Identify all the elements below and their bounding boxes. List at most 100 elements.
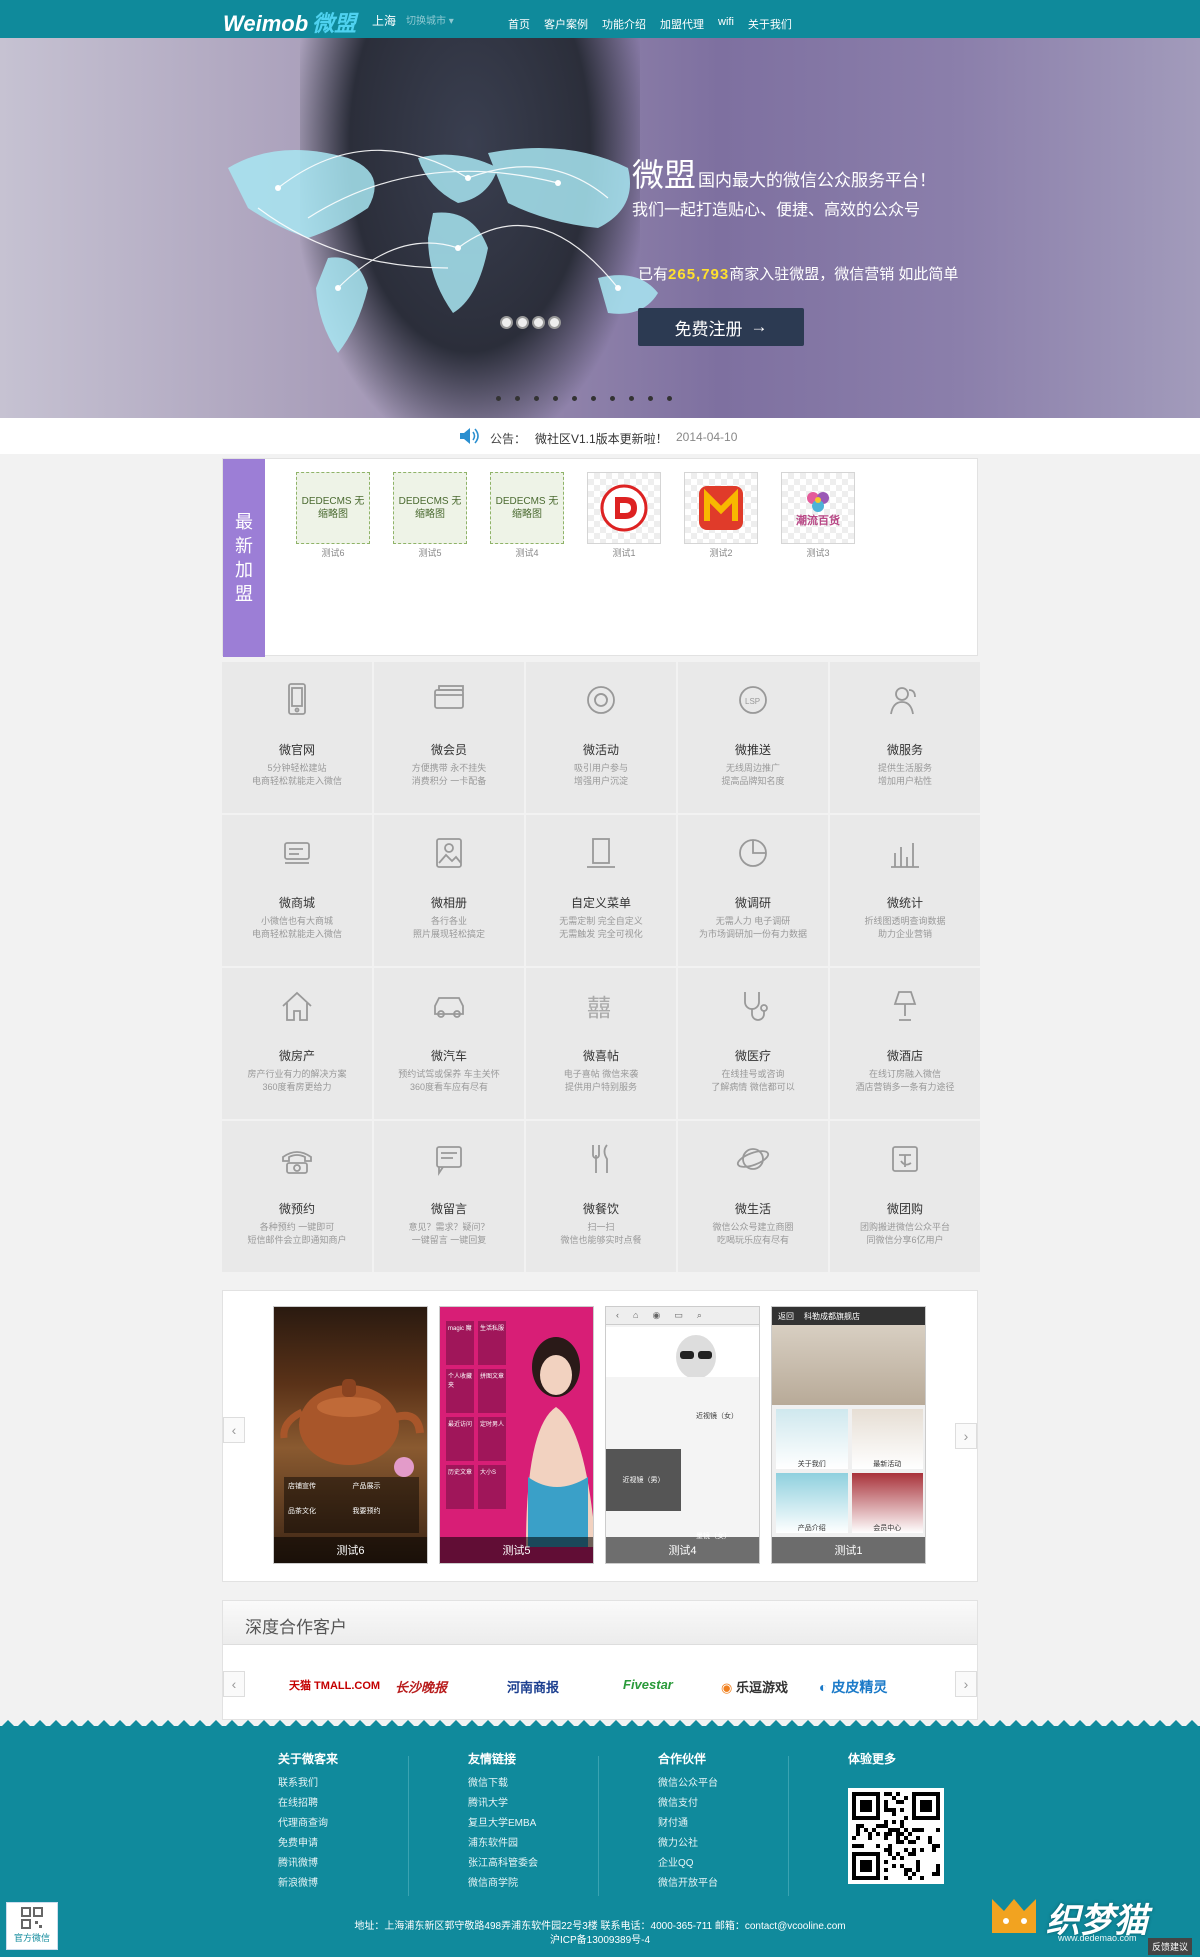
- official-wechat-widget[interactable]: 官方微信: [6, 1902, 58, 1950]
- footer-link[interactable]: 微信商学院: [468, 1874, 538, 1894]
- city-switch-dropdown[interactable]: 切换城市 ▾: [406, 12, 454, 27]
- slide-dot[interactable]: [572, 396, 577, 401]
- carousel-prev-button[interactable]: ‹: [223, 1417, 245, 1443]
- member-item[interactable]: 潮流百货 测试3: [781, 472, 855, 559]
- merchant-count-text: 已有265,793商家入驻微盟，微信营销 如此简单: [638, 263, 958, 284]
- nav-about[interactable]: 关于我们: [748, 16, 792, 32]
- feature-cell[interactable]: 微会员 方便携带 永不挂失 消费积分 一卡配备: [374, 662, 524, 813]
- footer-link[interactable]: 新浪微博: [278, 1874, 338, 1894]
- feature-cell[interactable]: 微商城 小微信也有大商城 电商轻松就能走入微信: [222, 815, 372, 966]
- slider-prev-icon[interactable]: [500, 316, 513, 329]
- footer-col-title: 友情链接: [468, 1752, 517, 1766]
- feedback-button[interactable]: 反馈建议: [1148, 1938, 1193, 1955]
- feature-cell[interactable]: 微预约 各种预约 一键即可 短信邮件会立即通知商户: [222, 1121, 372, 1272]
- user-icon: [890, 687, 916, 715]
- footer-link[interactable]: 企业QQ: [658, 1854, 718, 1874]
- feature-desc-line: 酒店营销多一条有力途径: [855, 1082, 955, 1092]
- footer-link[interactable]: 联系我们: [278, 1774, 338, 1794]
- footer-link[interactable]: 微信下载: [468, 1774, 538, 1794]
- partner-logo-pipi[interactable]: ◐ 皮皮精灵: [819, 1677, 887, 1697]
- slide-dot[interactable]: [534, 396, 539, 401]
- slide-dot[interactable]: [648, 396, 653, 401]
- feature-cell[interactable]: 微汽车 预约试驾或保养 车主关怀 360度看车应有尽有: [374, 968, 524, 1119]
- member-logo-red-d: [587, 472, 661, 544]
- footer-link[interactable]: 财付通: [658, 1814, 718, 1834]
- case-item[interactable]: 返回 科勒成都旗舰店 关于我们 最新活动 产品介绍 会员中心 测试1: [771, 1306, 926, 1564]
- member-item[interactable]: DEDECMS 无缩略图 测试6: [296, 472, 370, 559]
- case-item[interactable]: ‹ ⌂ ◉ ▭ ⌕ 近视镜（女） 近视镜（男） 墨镜（女） 测试4: [605, 1306, 760, 1564]
- feature-cell[interactable]: 微医疗 在线挂号或咨询 了解病情 微信都可以: [678, 968, 828, 1119]
- partners-header: 深度合作客户: [223, 1601, 977, 1645]
- feature-cell[interactable]: 微餐饮 扫一扫 微信也能够实时点餐: [526, 1121, 676, 1272]
- footer-link[interactable]: 张江高科管委会: [468, 1854, 538, 1874]
- footer-link[interactable]: 微信开放平台: [658, 1874, 718, 1894]
- feature-cell[interactable]: 囍微喜帖 电子喜帖 微信来袭 提供用户特别服务: [526, 968, 676, 1119]
- slide-dot[interactable]: [610, 396, 615, 401]
- feature-title: 微留言: [430, 1202, 467, 1216]
- slide-dot[interactable]: [515, 396, 520, 401]
- partner-logo-fivestar[interactable]: Fivestar: [623, 1677, 673, 1692]
- feature-desc: 小微信也有大商城 电商轻松就能走入微信: [222, 915, 372, 941]
- case-item[interactable]: magic 魔 生活私服 个人收藏夹 拼图文章 最近访问 定时男人 历史文章 大…: [439, 1306, 594, 1564]
- carousel-next-button[interactable]: ›: [955, 1423, 977, 1449]
- slide-dot[interactable]: [629, 396, 634, 401]
- footer-link[interactable]: 在线招聘: [278, 1794, 338, 1814]
- feature-cell[interactable]: 微团购 团购搬进微信公众平台 同微信分享6亿用户: [830, 1121, 980, 1272]
- feature-desc-line: 房产行业有力的解决方案: [247, 1069, 347, 1079]
- footer-link[interactable]: 腾讯微博: [278, 1854, 338, 1874]
- case-browser-bar: ‹ ⌂ ◉ ▭ ⌕: [606, 1307, 759, 1325]
- feature-cell[interactable]: 微调研 无需人力 电子调研 为市场调研加一份有力数据: [678, 815, 828, 966]
- slider-play-icon[interactable]: [516, 316, 529, 329]
- footer-link[interactable]: 免费申请: [278, 1834, 338, 1854]
- free-register-button[interactable]: 免费注册 →: [638, 308, 804, 346]
- footer-link[interactable]: 浦东软件园: [468, 1834, 538, 1854]
- feature-cell[interactable]: 微生活 微信公众号建立商圈 吃喝玩乐应有尽有: [678, 1121, 828, 1272]
- nav-cases[interactable]: 客户案例: [544, 16, 588, 32]
- feature-cell[interactable]: 自定义菜单 无需定制 完全自定义 无需触发 完全可视化: [526, 815, 676, 966]
- feature-cell[interactable]: 微相册 各行各业 照片展现轻松搞定: [374, 815, 524, 966]
- partner-logo-changsha[interactable]: 长沙晚报: [395, 1677, 447, 1696]
- partners-next-button[interactable]: ›: [955, 1671, 977, 1697]
- partner-logo-tmall[interactable]: 天猫 TMALL.COM: [289, 1677, 380, 1693]
- slide-dot[interactable]: [667, 396, 672, 401]
- nav-home[interactable]: 首页: [508, 16, 530, 32]
- newest-title-char: 最: [235, 512, 253, 532]
- slide-dot[interactable]: [553, 396, 558, 401]
- footer-link[interactable]: 微力公社: [658, 1834, 718, 1854]
- nav-wifi[interactable]: wifi: [718, 16, 734, 32]
- slide-dot[interactable]: [591, 396, 596, 401]
- partner-logo-henan[interactable]: 河南商报: [507, 1677, 559, 1696]
- feature-cell[interactable]: 微统计 折线图透明查询数据 助力企业营销: [830, 815, 980, 966]
- slider-next-icon[interactable]: [548, 316, 561, 329]
- slide-dot[interactable]: [496, 396, 501, 401]
- feature-cell[interactable]: 微活动 吸引用户参与 增强用户沉淀: [526, 662, 676, 813]
- feature-desc-line: 意见？需求？疑问？: [408, 1222, 490, 1232]
- nav-agent[interactable]: 加盟代理: [660, 16, 704, 32]
- member-thumbnail: DEDECMS 无缩略图: [296, 472, 370, 544]
- feature-cell[interactable]: 微留言 意见？需求？疑问？ 一键留言 一键回复: [374, 1121, 524, 1272]
- hero-brand: 微盟: [632, 157, 697, 193]
- footer-link[interactable]: 复旦大学EMBA: [468, 1814, 538, 1834]
- announcement-link[interactable]: 微社区V1.1版本更新啦！: [535, 430, 668, 447]
- footer-link[interactable]: 微信支付: [658, 1794, 718, 1814]
- slider-pause-icon[interactable]: [532, 316, 545, 329]
- footer-link[interactable]: 代理商查询: [278, 1814, 338, 1834]
- case-item[interactable]: 店铺宣传 产品展示 品茶文化 我要预约 测试6: [273, 1306, 428, 1564]
- feature-desc-line: 电子喜帖 微信来袭: [563, 1069, 639, 1079]
- logo[interactable]: Weimob 微盟: [223, 6, 356, 38]
- feature-cell[interactable]: 微服务 提供生活服务 增加用户粘性: [830, 662, 980, 813]
- member-item[interactable]: 测试2: [684, 472, 758, 559]
- partners-prev-button[interactable]: ‹: [223, 1671, 245, 1697]
- feature-cell[interactable]: 微官网 5分钟轻松建站 电商轻松就能走入微信: [222, 662, 372, 813]
- feature-desc-line: 在线订房融入微信: [868, 1069, 941, 1079]
- member-item[interactable]: DEDECMS 无缩略图 测试5: [393, 472, 467, 559]
- feature-cell[interactable]: 微房产 房产行业有力的解决方案 360度看房更给力: [222, 968, 372, 1119]
- feature-cell[interactable]: LSP 微推送 无线周边推广 提高品牌知名度: [678, 662, 828, 813]
- member-item[interactable]: 测试1: [587, 472, 661, 559]
- feature-cell[interactable]: 微酒店 在线订房融入微信 酒店营销多一条有力途径: [830, 968, 980, 1119]
- footer-link[interactable]: 腾讯大学: [468, 1794, 538, 1814]
- partner-logo-ledou[interactable]: ◉ 乐逗游戏: [721, 1677, 788, 1696]
- nav-features[interactable]: 功能介绍: [602, 16, 646, 32]
- member-item[interactable]: DEDECMS 无缩略图 测试4: [490, 472, 564, 559]
- footer-link[interactable]: 微信公众平台: [658, 1774, 718, 1794]
